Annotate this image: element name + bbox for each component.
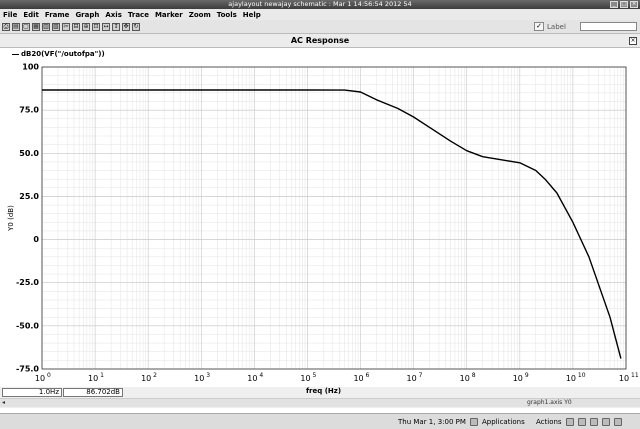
tray-icon-2[interactable] — [578, 418, 586, 426]
x-tick-label: 10 — [141, 374, 151, 383]
menu-marker[interactable]: Marker — [155, 11, 183, 19]
x-tick-label: 10 — [194, 374, 204, 383]
minimize-button[interactable]: _ — [610, 1, 618, 8]
print-icon[interactable]: ⎙ — [2, 22, 10, 31]
taskbar-clock[interactable]: Thu Mar 1, 3:00 PM — [398, 418, 466, 426]
zoom-in-icon[interactable]: ⊕ — [82, 22, 90, 31]
label-input[interactable] — [580, 22, 637, 31]
window-title: ajaylayout newajay schematic : Mar 1 14:… — [228, 0, 412, 8]
x-tick-exponent: 4 — [259, 372, 263, 379]
x-tick-exponent: 7 — [419, 372, 423, 379]
y-tick-label: 100 — [22, 63, 39, 72]
window-titlebar: ajaylayout newajay schematic : Mar 1 14:… — [0, 0, 640, 9]
y-tick-label: -50.0 — [16, 321, 39, 330]
x-tick-label: 10 — [35, 374, 45, 383]
x-tick-label: 10 — [566, 374, 576, 383]
label-checkbox[interactable]: ✓ — [534, 22, 544, 31]
x-tick-exponent: 8 — [472, 372, 476, 379]
trace-legend[interactable]: dB20(VF("/outofpa")) — [12, 50, 105, 58]
split-icon[interactable]: ⊟ — [72, 22, 80, 31]
frame-icon[interactable]: ▢ — [22, 22, 30, 31]
x-tick-exponent: 11 — [631, 372, 639, 379]
x-tick-exponent: 3 — [206, 372, 210, 379]
menu-help[interactable]: Help — [243, 11, 261, 19]
x-tick-exponent: 10 — [578, 372, 586, 379]
x-tick-exponent: 6 — [366, 372, 370, 379]
series-line — [42, 89, 622, 359]
toolbar: ⎙ ▤ ▢ ▦ ▥ ▧ ✂ ⊟ ⊕ ⊡ ↔ ↕ ✥ ↻ — [0, 20, 640, 34]
x-tick-exponent: 5 — [312, 372, 316, 379]
axis-info: graph1.axis Y0 — [527, 399, 572, 406]
zoom-x-icon[interactable]: ↔ — [102, 22, 110, 31]
y-axis-label: Y0 (dB) — [7, 205, 15, 232]
y-tick-label: -75.0 — [16, 365, 39, 374]
close-graph-button[interactable]: × — [629, 37, 637, 45]
x-axis-label: freq (Hz) — [306, 387, 342, 395]
x-tick-exponent: 2 — [153, 372, 157, 379]
x-readout: 1.0Hz — [2, 388, 62, 397]
desktop-taskbar: Thu Mar 1, 3:00 PM Applications Actions — [0, 413, 640, 429]
x-tick-label: 10 — [513, 374, 523, 383]
menu-tools[interactable]: Tools — [217, 11, 237, 19]
tray-icon-4[interactable] — [602, 418, 610, 426]
pan-icon[interactable]: ✥ — [122, 22, 130, 31]
table-icon[interactable]: ▧ — [52, 22, 60, 31]
ac-response-chart[interactable]: 10075.050.025.00-25.0-50.0-75.010 0 10 1 10 2… — [0, 58, 640, 387]
y-tick-label: 0 — [33, 235, 39, 244]
x-tick-label: 10 — [88, 374, 98, 383]
scroll-left-icon[interactable]: ◂ — [2, 399, 5, 406]
legend-label: dB20(VF("/outofpa")) — [21, 50, 105, 58]
menu-trace[interactable]: Trace — [128, 11, 149, 19]
menu-zoom[interactable]: Zoom — [189, 11, 211, 19]
menu-axis[interactable]: Axis — [105, 11, 122, 19]
menu-edit[interactable]: Edit — [23, 11, 39, 19]
zoom-fit-icon[interactable]: ⊡ — [92, 22, 100, 31]
tray-icon-5[interactable] — [614, 418, 622, 426]
maximize-button[interactable]: □ — [620, 1, 628, 8]
refresh-icon[interactable]: ↻ — [132, 22, 140, 31]
graph-title: AC Response — [0, 34, 640, 48]
menu-graph[interactable]: Graph — [75, 11, 99, 19]
graph-icon[interactable]: ▦ — [32, 22, 40, 31]
x-tick-label: 10 — [353, 374, 363, 383]
y-tick-label: 75.0 — [19, 106, 39, 115]
x-tick-exponent: 0 — [47, 372, 51, 379]
y-tick-label: 25.0 — [19, 192, 39, 201]
x-tick-label: 10 — [300, 374, 310, 383]
menu-frame[interactable]: Frame — [45, 11, 70, 19]
y-tick-label: 50.0 — [19, 149, 39, 158]
x-tick-label: 10 — [460, 374, 470, 383]
tray-icon-3[interactable] — [590, 418, 598, 426]
y-tick-label: -25.0 — [16, 278, 39, 287]
y-readout: 86.702dB — [63, 388, 123, 397]
zoom-y-icon[interactable]: ↕ — [112, 22, 120, 31]
tray-icon-1[interactable] — [566, 418, 574, 426]
label-text: Label — [547, 23, 566, 31]
x-tick-label: 10 — [247, 374, 257, 383]
close-window-button[interactable]: × — [630, 1, 638, 8]
legend-swatch — [12, 53, 19, 55]
x-tick-exponent: 9 — [525, 372, 529, 379]
x-tick-label: 10 — [619, 374, 629, 383]
strip-icon[interactable]: ▥ — [42, 22, 50, 31]
cut-icon[interactable]: ✂ — [62, 22, 70, 31]
x-tick-exponent: 1 — [100, 372, 104, 379]
print-preview-icon[interactable]: ▤ — [12, 22, 20, 31]
plot-frame — [41, 66, 627, 370]
x-tick-label: 10 — [407, 374, 417, 383]
menu-file[interactable]: File — [3, 11, 17, 19]
actions-menu[interactable]: Actions — [536, 418, 562, 426]
menubar: File Edit Frame Graph Axis Trace Marker … — [0, 9, 640, 20]
applications-menu[interactable]: Applications — [482, 418, 525, 426]
window-controls: _ □ × — [610, 1, 638, 8]
applications-icon[interactable] — [470, 418, 478, 426]
